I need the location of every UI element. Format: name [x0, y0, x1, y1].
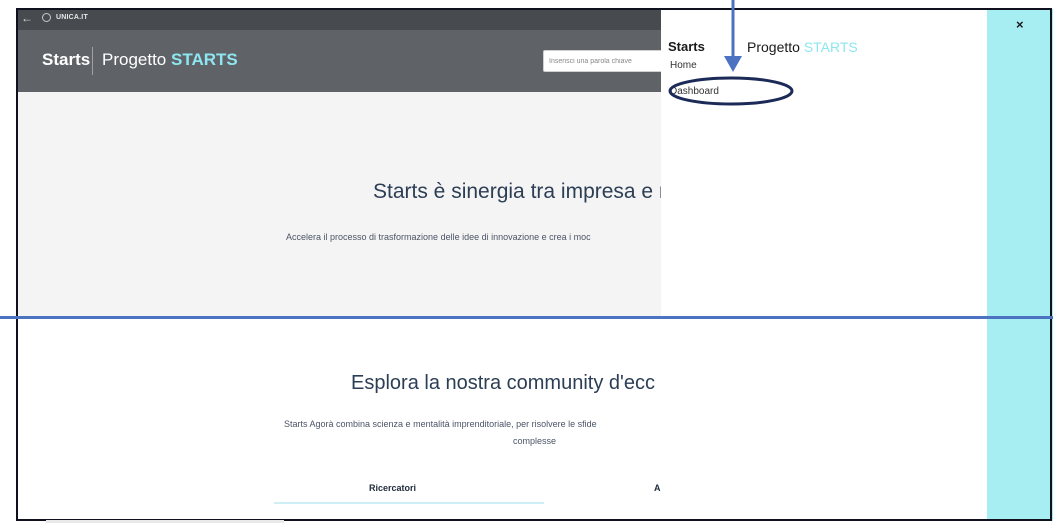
drawer-side-panel — [987, 9, 1053, 521]
tab-ricercatori[interactable]: Ricercatori — [369, 483, 416, 493]
header-project-title[interactable]: Progetto STARTS — [102, 50, 238, 70]
drawer-project-prefix: Progetto — [747, 39, 800, 55]
nav-drawer: Starts Progetto STARTS Home Dashboard — [661, 9, 987, 521]
brand-divider — [92, 47, 93, 75]
drawer-item-home[interactable]: Home — [670, 60, 697, 71]
hero-subtitle: Accelera il processo di trasformazione d… — [286, 232, 591, 242]
drawer-project-title[interactable]: Progetto STARTS — [747, 39, 858, 55]
drawer-item-dashboard[interactable]: Dashboard — [670, 86, 719, 97]
search-input[interactable] — [543, 50, 668, 72]
tab-second[interactable]: A — [654, 483, 661, 493]
community-description: Starts Agorà combina scienza e mentalità… — [284, 419, 597, 429]
project-accent: STARTS — [171, 50, 238, 69]
community-title: Esplora la nostra community d'ecc — [351, 372, 655, 394]
drawer-brand[interactable]: Starts — [668, 39, 705, 54]
close-icon[interactable]: × — [1016, 17, 1024, 32]
drawer-project-accent: STARTS — [803, 39, 858, 55]
university-logo-icon — [42, 13, 51, 22]
project-prefix: Progetto — [102, 50, 167, 69]
back-arrow-icon[interactable]: ← — [21, 11, 33, 25]
header-brand[interactable]: Starts — [42, 50, 90, 70]
community-description-cont: complesse — [513, 436, 557, 446]
org-name[interactable]: UNICA.IT — [56, 14, 88, 21]
hero-title: Starts è sinergia tra impresa e ri — [373, 180, 671, 203]
tab-active-underline — [274, 502, 544, 504]
